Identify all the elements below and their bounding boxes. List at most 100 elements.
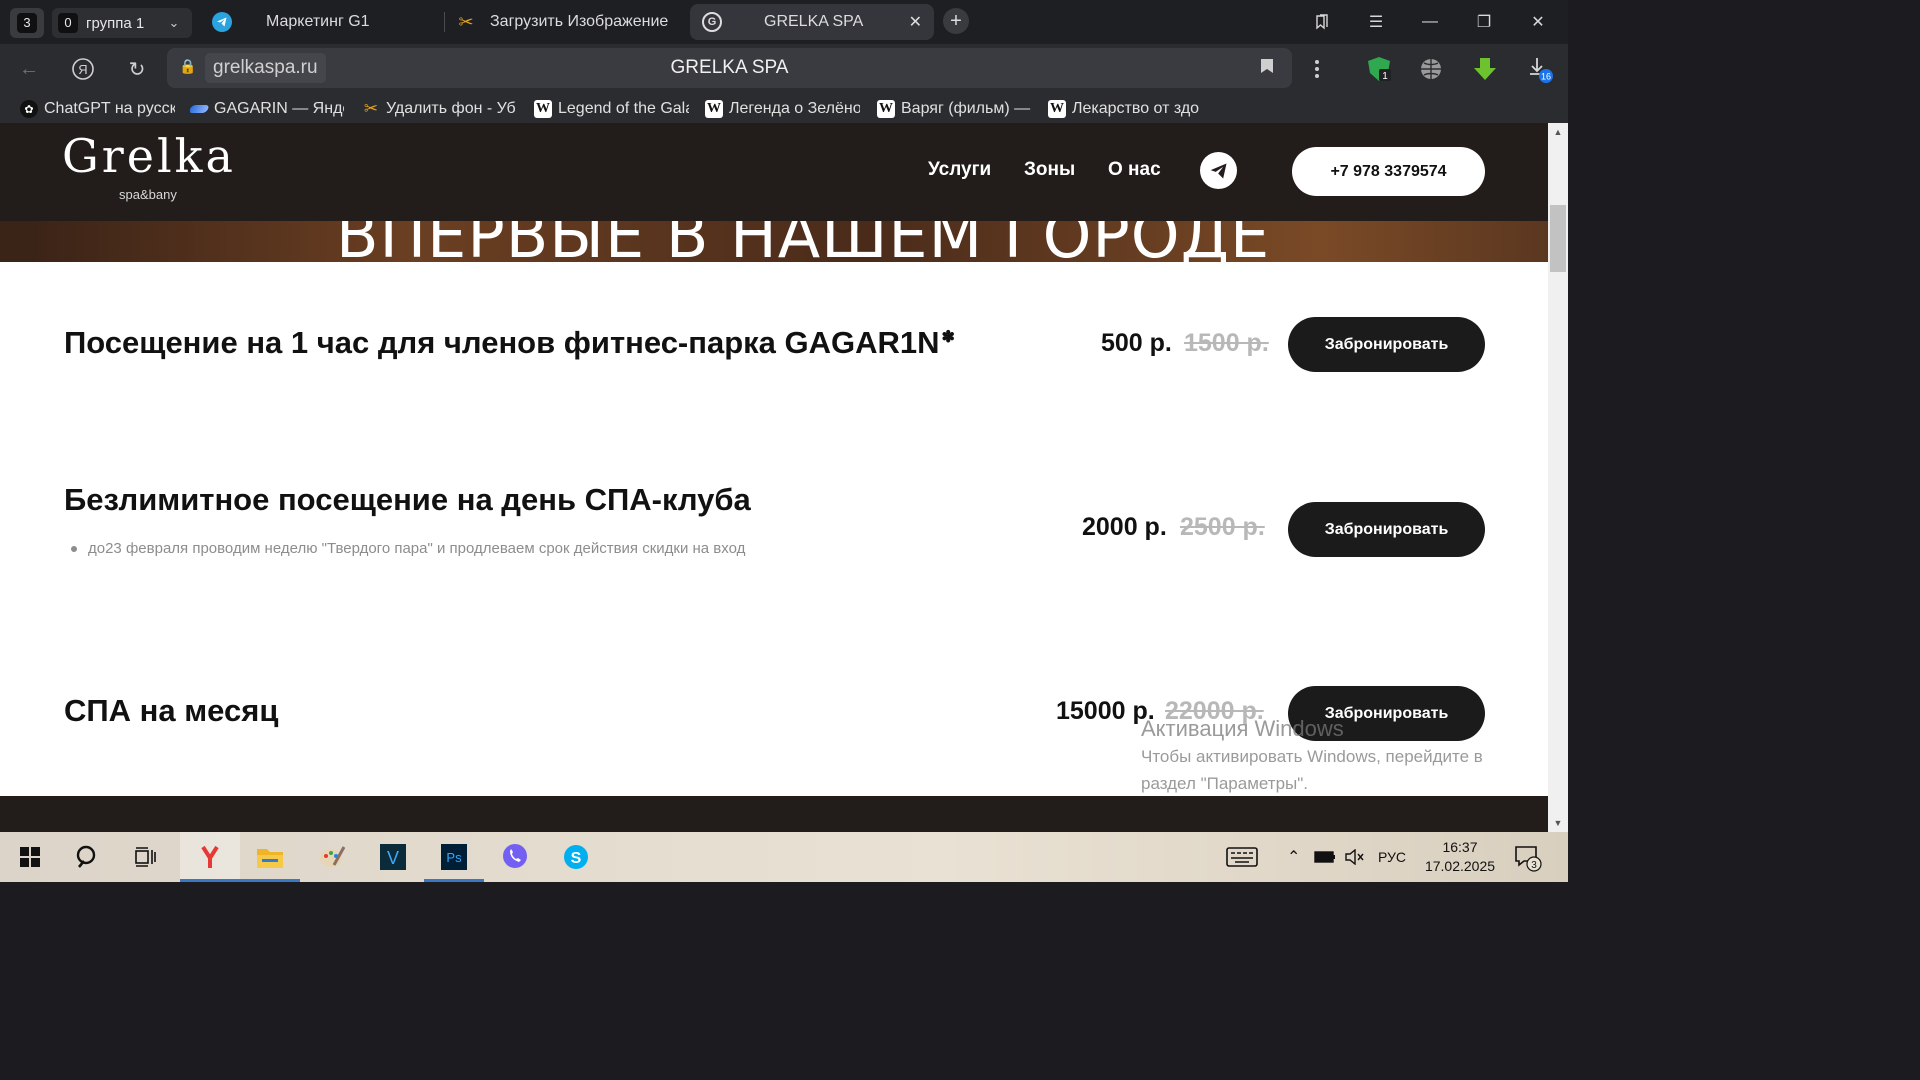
bookmark-label: Лекарство от здо (1072, 100, 1200, 117)
keyboard-icon[interactable] (1226, 832, 1258, 882)
service-title: Посещение на 1 час для членов фитнес-пар… (64, 325, 955, 361)
start-button[interactable] (0, 832, 60, 882)
tab-counter-value: 3 (17, 13, 37, 33)
bookmark-label: GAGARIN — Янде (214, 100, 344, 117)
telegram-button[interactable] (1200, 152, 1237, 189)
wikipedia-icon: W (1048, 100, 1066, 118)
vegas-icon: V (380, 844, 406, 870)
tab-grelka-spa[interactable]: G GRELKA SPA ✕ (690, 4, 934, 40)
reload-icon[interactable]: ↻ (122, 54, 152, 84)
scrollbar-thumb[interactable] (1550, 205, 1566, 272)
windows-taskbar: V Ps S ⌃ РУС 16:37 17.02.2025 3 (0, 832, 1568, 882)
bullet-dot (71, 546, 77, 552)
photoshop-icon: Ps (441, 844, 467, 870)
tab-group-label: группа 1 (86, 14, 145, 32)
tab-group[interactable]: 0 группа 1 ⌄ (52, 8, 192, 38)
tab-marketing[interactable]: Маркетинг G1 (212, 4, 442, 40)
bookmark-chatgpt[interactable]: ✿ ChatGPT на русск (20, 97, 175, 121)
activation-title: Активация Windows (1141, 716, 1344, 741)
bookmark-icon[interactable] (1260, 58, 1274, 79)
taskbar-yandex-browser[interactable] (180, 832, 240, 882)
task-view-button[interactable] (116, 832, 176, 882)
tab-group-count: 0 (58, 13, 78, 33)
svg-text:S: S (571, 850, 582, 867)
close-window-icon[interactable]: ✕ (1518, 0, 1558, 44)
menu-icon[interactable]: ☰ (1356, 0, 1396, 44)
yandex-browser-icon (201, 845, 219, 868)
bookmark-remove-bg[interactable]: ✂ Удалить фон - Убр (362, 97, 516, 121)
input-language[interactable]: РУС (1378, 832, 1406, 882)
battery-icon[interactable] (1314, 832, 1336, 882)
bookmark-medicine[interactable]: W Лекарство от здо (1048, 97, 1203, 121)
service-old-price: 2500 р. (1180, 513, 1265, 541)
grelka-favicon: G (702, 12, 722, 32)
restore-icon[interactable]: ❐ (1464, 0, 1504, 44)
book-button[interactable]: Забронировать (1288, 502, 1485, 557)
yandex-home-icon[interactable]: Я (68, 54, 98, 84)
system-clock[interactable]: 16:37 17.02.2025 (1420, 838, 1500, 876)
nav-zones[interactable]: Зоны (1024, 159, 1075, 181)
scroll-down-icon[interactable]: ▼ (1548, 814, 1568, 832)
service-title: СПА на месяц (64, 693, 279, 728)
taskbar-paint[interactable] (302, 832, 362, 882)
bookmark-label: Удалить фон - Убр (386, 100, 516, 117)
service-old-price: 1500 р. (1184, 329, 1269, 357)
minimize-icon[interactable]: — (1410, 0, 1450, 44)
windows-logo-icon (20, 847, 40, 867)
download-arrow-icon[interactable] (1470, 54, 1500, 84)
bookmark-label: Варяг (фильм) — (901, 100, 1031, 117)
collections-icon[interactable] (1302, 0, 1342, 44)
scroll-up-icon[interactable]: ▲ (1548, 123, 1568, 141)
volume-muted-icon[interactable] (1345, 832, 1365, 882)
phone-button[interactable]: +7 978 3379574 (1292, 147, 1485, 196)
wikipedia-icon: W (534, 100, 552, 118)
site-logo[interactable]: Grelka spa&bany (62, 129, 236, 202)
notifications-button[interactable]: 3 (1512, 832, 1542, 882)
downloads-icon[interactable]: 16 (1524, 54, 1554, 84)
service-title-text: Посещение на 1 час для членов фитнес-пар… (64, 325, 940, 360)
new-tab-button[interactable]: + (943, 8, 969, 34)
nav-about[interactable]: О нас (1108, 159, 1161, 181)
wikipedia-icon: W (705, 100, 723, 118)
address-field[interactable]: 🔒 grelkaspa.ru GRELKA SPA (167, 48, 1292, 88)
notification-icon: 3 (1515, 846, 1542, 872)
bookmark-gagarin[interactable]: GAGARIN — Янде (190, 97, 344, 121)
taskbar-vegas[interactable]: V (363, 832, 423, 882)
tab-label: GRELKA SPA (764, 13, 864, 30)
nav-services[interactable]: Услуги (928, 159, 991, 181)
clock-date: 17.02.2025 (1424, 858, 1496, 874)
scissors-icon: ✂ (363, 99, 379, 118)
chevron-up-icon[interactable]: ⌃ (1287, 832, 1300, 882)
service-price: 500 р. (1101, 329, 1172, 357)
taskbar-viber[interactable] (485, 832, 545, 882)
hero-headline: ВПЕРВЫЕ В НАШЕМ ГОРОДЕ (336, 221, 1271, 262)
chevron-down-icon[interactable]: ⌄ (162, 8, 186, 38)
svg-text:V: V (387, 848, 399, 868)
scissors-icon: ✂ (458, 11, 474, 32)
gagarin-icon (190, 105, 210, 113)
close-tab-icon[interactable]: ✕ (909, 4, 922, 40)
folder-icon (257, 849, 283, 868)
taskbar-skype[interactable]: S (546, 832, 606, 882)
bookmark-varyag[interactable]: W Варяг (фильм) — (877, 97, 1032, 121)
taskbar-photoshop[interactable]: Ps (424, 832, 484, 882)
book-button[interactable]: Забронировать (1288, 317, 1485, 372)
more-vertical-icon[interactable] (1302, 54, 1332, 84)
adblock-shield-icon[interactable]: 1 (1364, 54, 1394, 84)
taskbar-file-explorer[interactable] (240, 832, 300, 882)
windows-activation-watermark: Активация Windows Чтобы активировать Win… (1141, 716, 1483, 796)
bookmark-label: Legend of the Gala (558, 100, 689, 117)
telegram-icon (212, 12, 232, 32)
logo-wordmark: Grelka (62, 129, 236, 183)
bookmark-legend-galactic[interactable]: W Legend of the Gala (534, 97, 689, 121)
back-arrow-icon[interactable]: ← (14, 54, 44, 84)
page-scrollbar[interactable]: ▲ ▼ (1548, 123, 1568, 832)
telegram-icon (1210, 163, 1226, 178)
search-button[interactable] (58, 832, 118, 882)
active-app-indicator (180, 879, 240, 882)
tab-upload-image[interactable]: ✂ Загрузить Изображение (456, 4, 678, 40)
clock-time: 16:37 (1442, 839, 1478, 855)
tab-counter-button[interactable]: 3 (10, 8, 44, 38)
bookmark-legend-green[interactable]: W Легенда о Зелёно (705, 97, 860, 121)
globe-icon[interactable] (1416, 54, 1446, 84)
